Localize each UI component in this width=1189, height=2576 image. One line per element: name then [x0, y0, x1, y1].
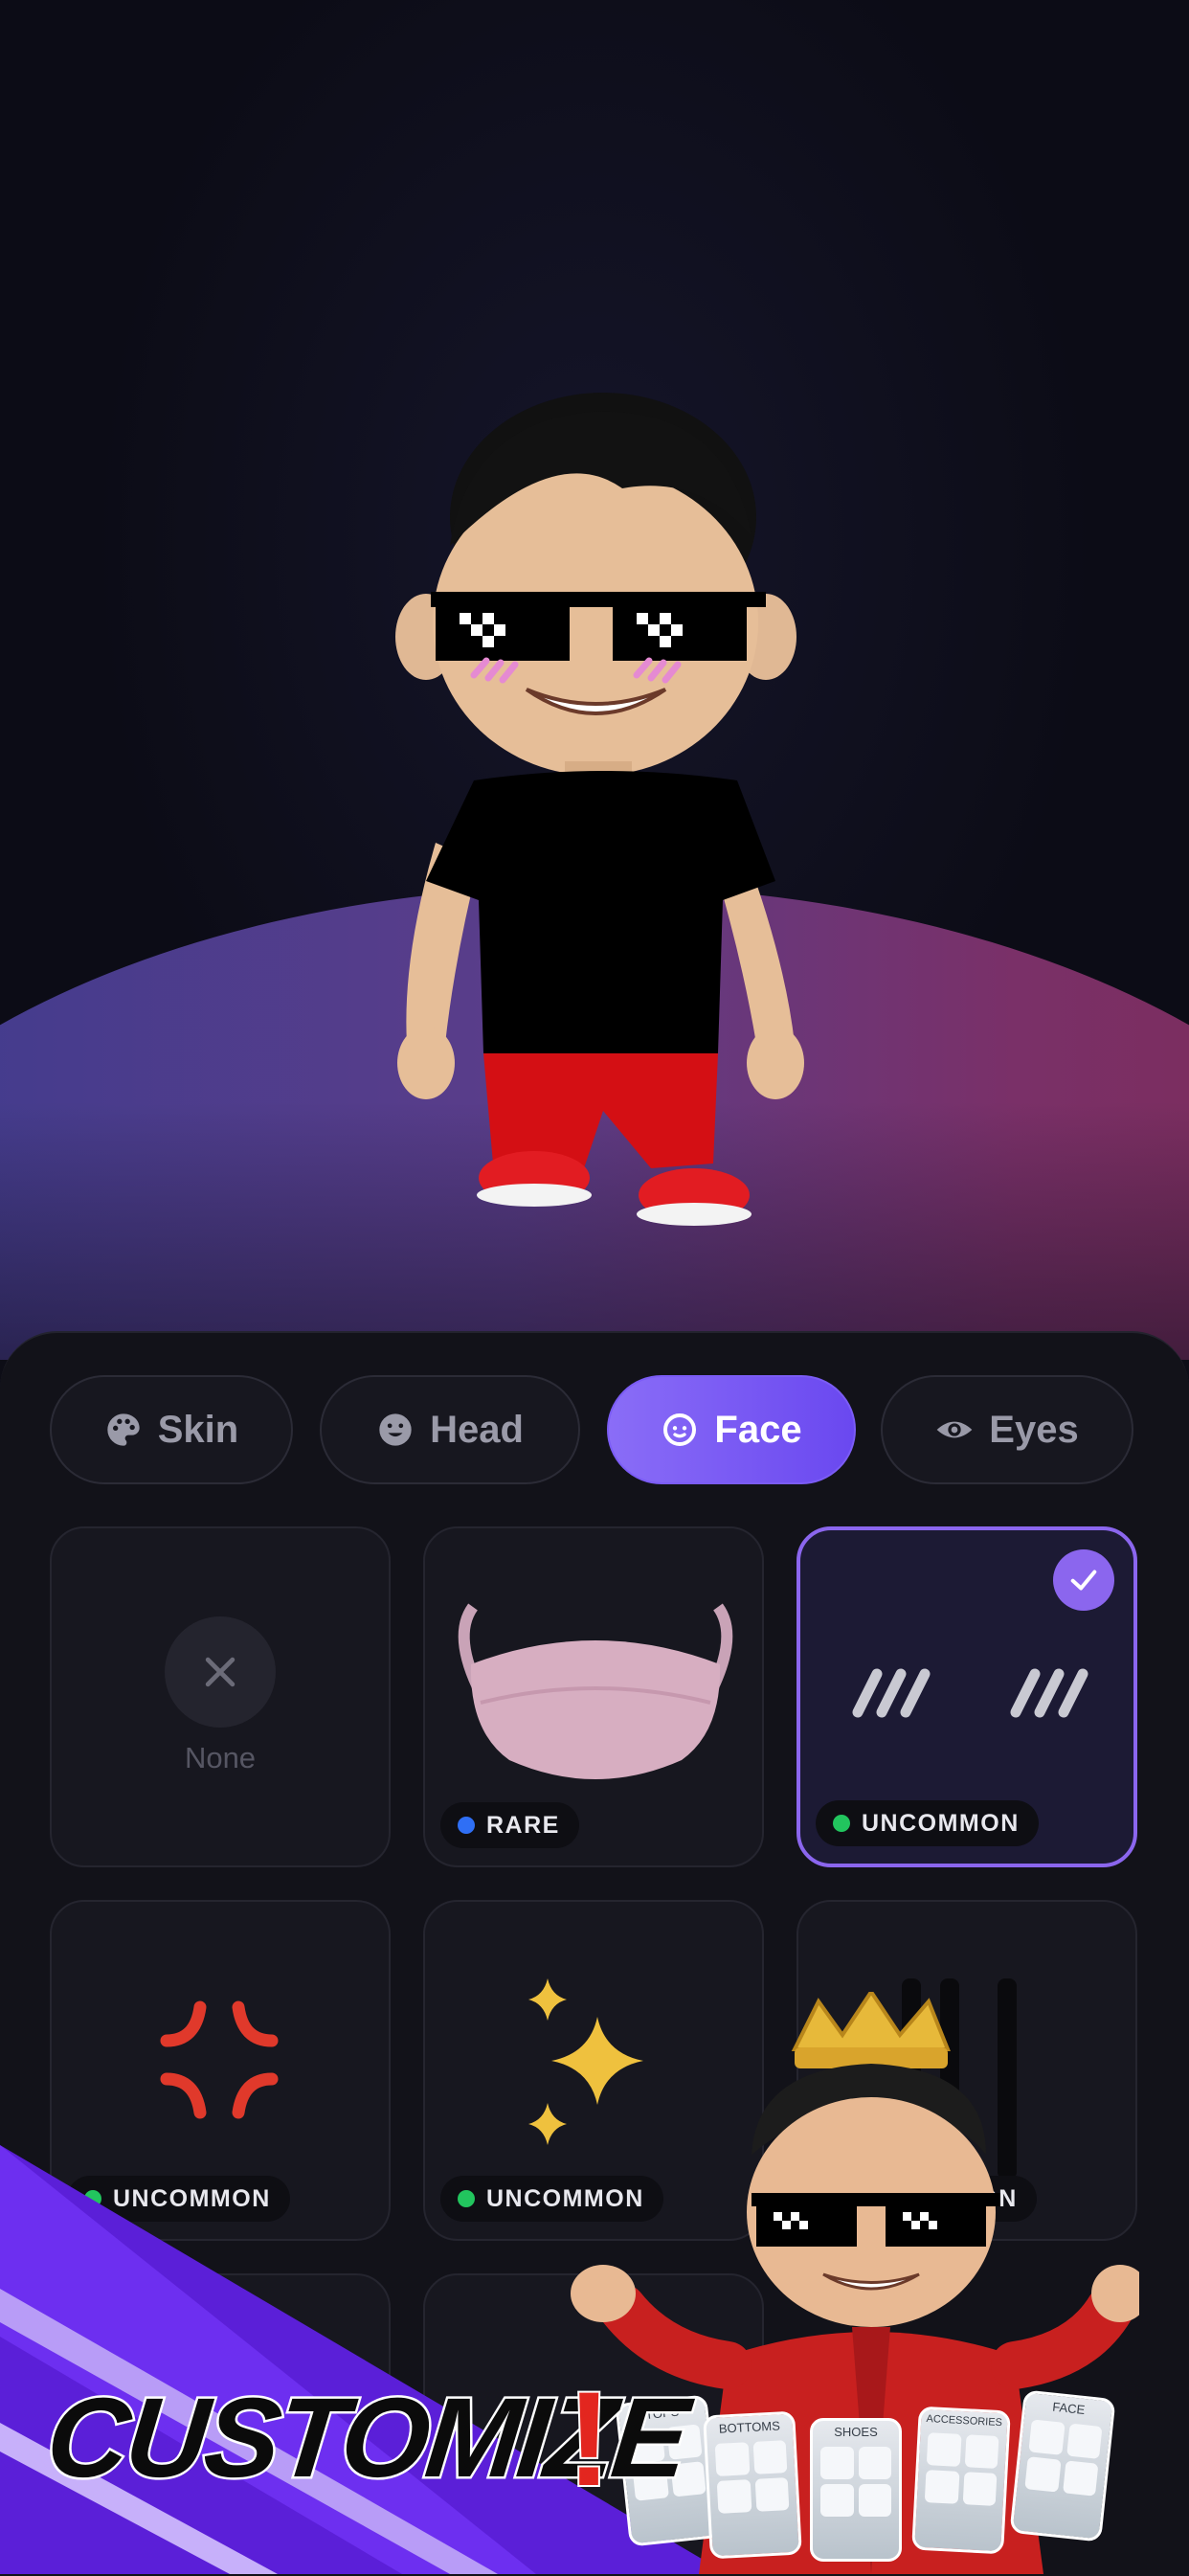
palette-icon [107, 1413, 140, 1446]
tab-head[interactable]: Head [320, 1375, 580, 1484]
tab-skin[interactable]: Skin [50, 1375, 293, 1484]
none-circle [165, 1616, 276, 1728]
avatar-preview[interactable] [383, 383, 823, 1245]
face-mask-icon [458, 1603, 733, 1779]
promo-card-bottoms: BOTTOMS [703, 2410, 802, 2560]
promo-exclamation: ! [565, 2361, 614, 2516]
item-none[interactable]: None [50, 1526, 391, 1867]
tab-eyes[interactable]: Eyes [881, 1375, 1133, 1484]
eye-icon [936, 1421, 973, 1438]
tab-head-label: Head [430, 1408, 524, 1451]
rarity-badge: RARE [440, 1802, 579, 1848]
category-tabs: Skin Head Face Eyes [0, 1375, 1189, 1484]
none-label: None [184, 1741, 257, 1774]
item-blush-marks[interactable]: UNCOMMON [796, 1526, 1137, 1867]
face-outline-icon [663, 1413, 697, 1446]
item-face-mask[interactable]: RARE [423, 1526, 764, 1867]
close-icon [205, 1657, 236, 1687]
promo-card-shoes: SHOES [810, 2418, 902, 2562]
promo-card-accessories: ACCESSORIES [911, 2406, 1011, 2555]
tab-eyes-label: Eyes [989, 1408, 1079, 1451]
blush-marks-icon [852, 1668, 1088, 1718]
tab-face[interactable]: Face [607, 1375, 856, 1484]
anger-symbol-icon [160, 2000, 279, 2119]
tab-face-label: Face [714, 1408, 802, 1451]
check-icon [1053, 1549, 1114, 1611]
promo-card-face: FACE [1009, 2389, 1116, 2542]
tab-skin-label: Skin [157, 1408, 239, 1451]
avatar-stage [0, 0, 1189, 1360]
face-smile-icon [379, 1413, 412, 1446]
rarity-badge: UNCOMMON [816, 1800, 1039, 1846]
